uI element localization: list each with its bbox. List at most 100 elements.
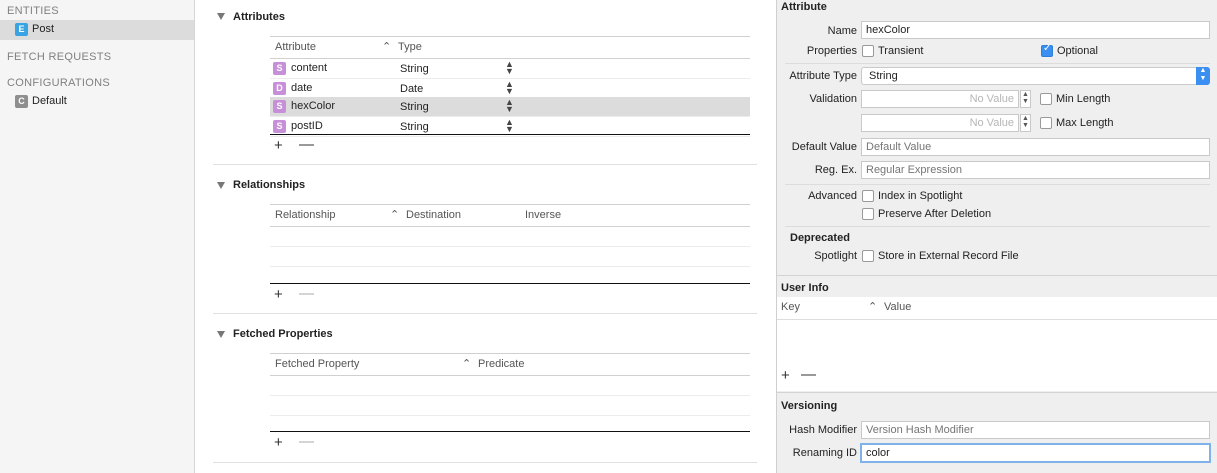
spotlight-label: Spotlight [814, 250, 857, 262]
attribute-type[interactable]: String [400, 121, 429, 133]
default-value-label: Default Value [791, 141, 857, 153]
name-field[interactable] [861, 21, 1210, 39]
table-row[interactable]: D date Date ▲ ▼ [270, 79, 750, 99]
remove-relationship-button[interactable]: — [299, 285, 314, 302]
transient-label: Transient [878, 45, 924, 57]
popup-arrows-icon[interactable]: ▲ ▼ [505, 80, 514, 96]
column-header-fetched-property[interactable]: Fetched Property [275, 353, 359, 375]
column-header-inverse[interactable]: Inverse [525, 204, 561, 226]
optional-label: Optional [1057, 45, 1098, 57]
popup-arrows-icon[interactable]: ▲ ▼ [505, 118, 514, 134]
add-relationship-button[interactable]: + [274, 286, 283, 303]
renaming-id-label: Renaming ID [792, 447, 857, 459]
string-type-icon: S [273, 100, 286, 113]
default-value-field[interactable] [861, 138, 1210, 156]
add-fetched-property-button[interactable]: + [274, 434, 283, 451]
table-row-selected[interactable]: S hexColor String ▲ ▼ [270, 97, 750, 117]
advanced-label: Advanced [808, 190, 857, 202]
index-spotlight-label: Index in Spotlight [878, 190, 963, 202]
store-external-checkbox[interactable] [862, 250, 874, 262]
configurations-heading: CONFIGURATIONS [7, 77, 110, 89]
entity-editor: Attributes Attribute ⌃ Type S content St… [195, 0, 775, 473]
fetched-properties-table: Fetched Property ⌃ Predicate + — [270, 353, 750, 463]
column-header-destination[interactable]: Destination [406, 204, 461, 226]
preserve-after-deletion-checkbox[interactable] [862, 208, 874, 220]
sort-ascending-icon[interactable]: ⌃ [390, 204, 399, 226]
sidebar-item-label: Default [32, 95, 67, 107]
attributes-title: Attributes [233, 11, 285, 23]
versioning-heading: Versioning [781, 400, 838, 412]
name-label: Name [827, 25, 857, 37]
index-spotlight-checkbox[interactable] [862, 190, 874, 202]
transient-checkbox[interactable] [862, 45, 874, 57]
entities-heading: ENTITIES [7, 5, 59, 17]
column-header-key[interactable]: Key [781, 301, 800, 313]
attribute-type[interactable]: Date [400, 83, 423, 95]
store-external-label: Store in External Record File [878, 250, 1019, 262]
deprecated-heading: Deprecated [790, 232, 850, 244]
relationships-title: Relationships [233, 179, 306, 191]
disclosure-triangle-icon[interactable] [217, 331, 225, 338]
configuration-badge-icon: C [15, 95, 28, 108]
column-header-relationship[interactable]: Relationship [275, 204, 336, 226]
sidebar-item-label: Post [32, 23, 55, 35]
max-length-label: Max Length [1056, 117, 1114, 129]
string-type-icon: S [273, 120, 286, 133]
remove-fetched-property-button[interactable]: — [299, 433, 314, 450]
attribute-name: hexColor [291, 100, 336, 112]
sidebar-item-default[interactable]: C Default [0, 92, 194, 112]
attribute-heading: Attribute [781, 1, 827, 13]
remove-user-info-button[interactable]: — [801, 366, 816, 383]
attribute-type[interactable]: String [400, 101, 429, 113]
sidebar-item-post[interactable]: E Post [0, 20, 194, 40]
attribute-type-popup[interactable]: String ▲ ▼ [861, 67, 1210, 85]
fetched-properties-title: Fetched Properties [233, 328, 333, 340]
column-header-value[interactable]: Value [884, 301, 911, 313]
user-info-table: Key ⌃ Value + — [777, 297, 1217, 391]
disclosure-triangle-icon[interactable] [217, 13, 225, 20]
attribute-type[interactable]: String [400, 63, 429, 75]
min-length-checkbox[interactable] [1040, 93, 1052, 105]
max-length-field[interactable]: No Value [861, 114, 1019, 132]
sort-ascending-icon[interactable]: ⌃ [382, 36, 391, 58]
attribute-name: content [291, 62, 328, 74]
add-attribute-button[interactable]: + [274, 137, 283, 154]
column-header-attribute[interactable]: Attribute [275, 36, 316, 58]
sidebar: ENTITIES E Post FETCH REQUESTS CONFIGURA… [0, 0, 195, 473]
user-info-heading: User Info [781, 282, 829, 294]
max-length-stepper[interactable]: ▲ ▼ [1020, 114, 1031, 132]
column-header-predicate[interactable]: Predicate [478, 353, 524, 375]
string-type-icon: S [273, 62, 286, 75]
regex-label: Reg. Ex. [814, 164, 857, 176]
table-row[interactable]: S content String ▲ ▼ [270, 59, 750, 79]
empty-row [270, 247, 750, 267]
attribute-type-label: Attribute Type [789, 70, 857, 82]
regex-field[interactable] [861, 161, 1210, 179]
remove-attribute-button[interactable]: — [299, 136, 314, 153]
min-length-field[interactable]: No Value [861, 90, 1019, 108]
properties-label: Properties [806, 45, 857, 57]
max-length-checkbox[interactable] [1040, 117, 1052, 129]
empty-row [270, 227, 750, 247]
empty-row [270, 416, 750, 435]
popup-arrows-icon: ▲ ▼ [1196, 67, 1210, 85]
empty-row [270, 396, 750, 416]
popup-arrows-icon[interactable]: ▲ ▼ [505, 60, 514, 76]
sort-ascending-icon[interactable]: ⌃ [462, 353, 471, 375]
min-length-stepper[interactable]: ▲ ▼ [1020, 90, 1031, 108]
relationships-table: Relationship ⌃ Destination Inverse + — [270, 204, 750, 314]
hash-modifier-field[interactable] [861, 421, 1210, 439]
optional-checkbox[interactable] [1041, 43, 1053, 57]
hash-modifier-label: Hash Modifier [789, 424, 857, 436]
disclosure-triangle-icon[interactable] [217, 182, 225, 189]
popup-arrows-icon[interactable]: ▲ ▼ [505, 98, 514, 114]
date-type-icon: D [273, 82, 286, 95]
column-header-type[interactable]: Type [398, 36, 422, 58]
attribute-name: date [291, 82, 313, 94]
validation-label: Validation [809, 93, 858, 105]
preserve-after-deletion-label: Preserve After Deletion [878, 208, 992, 220]
entity-badge-icon: E [15, 23, 28, 36]
add-user-info-button[interactable]: + [781, 367, 790, 384]
renaming-id-field[interactable] [860, 443, 1211, 463]
sort-ascending-icon[interactable]: ⌃ [868, 300, 877, 313]
